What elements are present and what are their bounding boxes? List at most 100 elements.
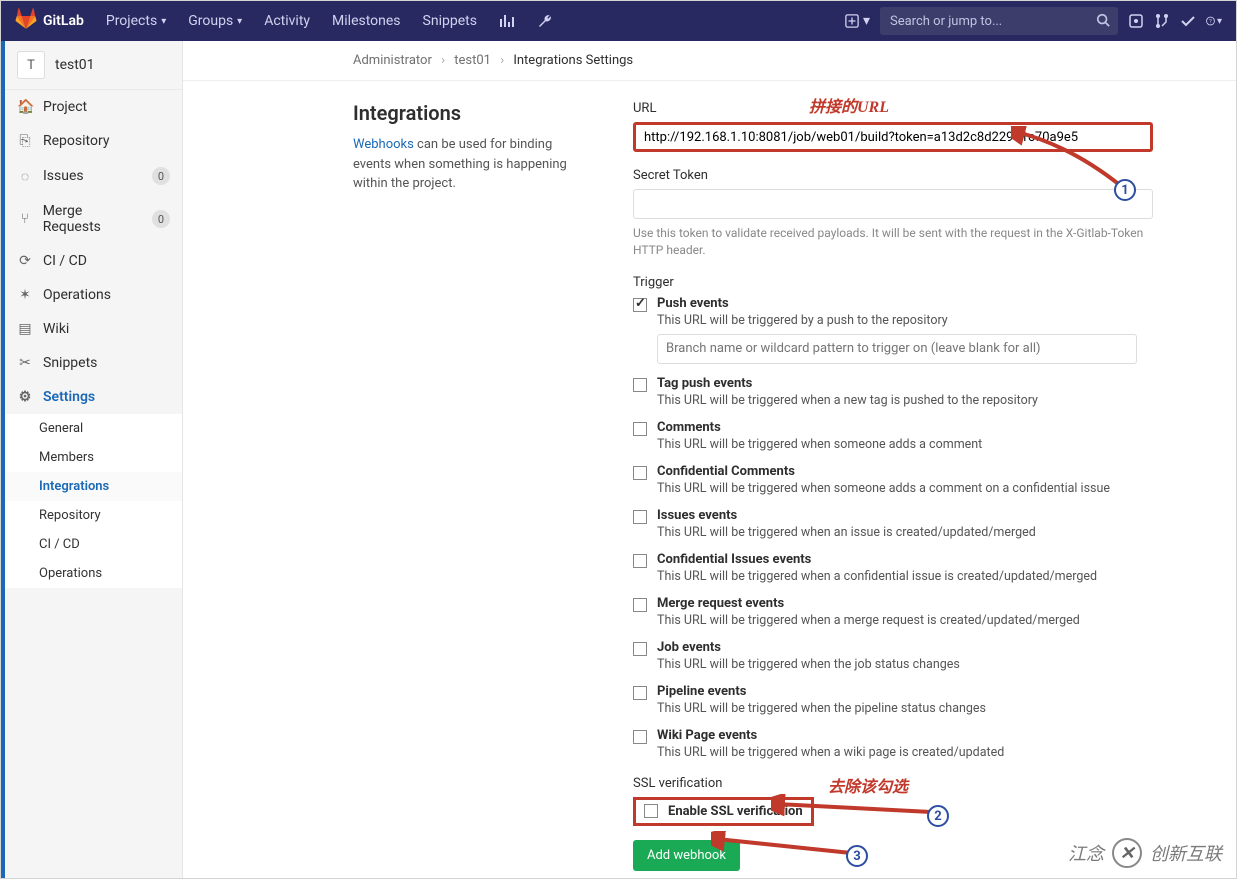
settings-sub-ci-cd[interactable]: CI / CD xyxy=(5,530,182,559)
trigger-push-events: Push events This URL will be triggered b… xyxy=(633,296,1153,364)
crumb-current: Integrations Settings xyxy=(513,53,633,68)
sidebar-item-ci-cd[interactable]: ⟳ CI / CD xyxy=(5,244,182,278)
topbar-nav: Projects▾ Groups▾ Activity Milestones Sn… xyxy=(106,13,553,29)
new-dropdown[interactable]: ▾ xyxy=(845,13,870,29)
trigger-wiki-page-events: Wiki Page events This URL will be trigge… xyxy=(633,728,1153,760)
trigger-title: Comments xyxy=(657,420,982,435)
sidebar-item-settings[interactable]: ⚙ Settings xyxy=(5,380,182,414)
settings-sub-general[interactable]: General xyxy=(5,414,182,443)
search-icon[interactable] xyxy=(1096,13,1110,31)
issues-shortcut-icon[interactable] xyxy=(1128,13,1144,29)
todos-icon[interactable] xyxy=(1180,13,1196,29)
annotation-circle-3: 3 xyxy=(846,845,868,867)
sidebar-item-issues[interactable]: ◌ Issues 0 xyxy=(5,158,182,194)
repo-icon: ⎘ xyxy=(17,133,33,149)
settings-sub-integrations[interactable]: Integrations xyxy=(5,472,182,501)
trigger-desc: This URL will be triggered when someone … xyxy=(657,481,1110,496)
trigger-merge-request-events: Merge request events This URL will be tr… xyxy=(633,596,1153,628)
trigger-desc: This URL will be triggered by a push to … xyxy=(657,313,1137,328)
sidebar-item-label: Wiki xyxy=(43,321,69,337)
analytics-icon[interactable] xyxy=(499,13,515,29)
annotation-circle-1: 1 xyxy=(1114,179,1136,201)
search-box xyxy=(880,7,1118,35)
mr-icon: ⑂ xyxy=(17,211,33,227)
nav-milestones[interactable]: Milestones xyxy=(332,13,401,29)
branch-filter-input[interactable] xyxy=(657,334,1137,364)
brand-text: GitLab xyxy=(43,13,84,29)
sidebar-item-badge: 0 xyxy=(152,210,170,228)
trigger-desc: This URL will be triggered when a wiki p… xyxy=(657,745,1004,760)
merge-requests-shortcut-icon[interactable] xyxy=(1154,13,1170,29)
trigger-checkbox[interactable] xyxy=(633,598,647,612)
brand-logo[interactable]: GitLab xyxy=(15,8,84,34)
section-description: Webhooks can be used for binding events … xyxy=(353,135,593,194)
sidebar-item-label: Project xyxy=(43,99,87,115)
section-intro: Integrations Webhooks can be used for bi… xyxy=(353,101,593,878)
url-input[interactable] xyxy=(633,122,1153,152)
settings-sub-repository[interactable]: Repository xyxy=(5,501,182,530)
trigger-checkbox[interactable] xyxy=(633,466,647,480)
watermark: 江念 ✕ 创新互联 xyxy=(1068,838,1222,868)
sidebar-project-header[interactable]: T test01 xyxy=(5,41,182,90)
secret-token-help: Use this token to validate received payl… xyxy=(633,225,1153,259)
ops-icon: ✶ xyxy=(17,287,33,303)
settings-submenu: GeneralMembersIntegrationsRepositoryCI /… xyxy=(5,414,182,588)
admin-wrench-icon[interactable] xyxy=(537,13,553,29)
nav-projects[interactable]: Projects▾ xyxy=(106,13,166,29)
trigger-desc: This URL will be triggered when someone … xyxy=(657,437,982,452)
annotation-ssl-note: 去除该勾选 xyxy=(828,773,908,797)
breadcrumbs: Administrator › test01 › Integrations Se… xyxy=(183,41,1236,81)
search-input[interactable] xyxy=(880,7,1118,35)
trigger-label: Trigger xyxy=(633,275,1153,290)
trigger-title: Issues events xyxy=(657,508,1036,523)
sidebar-item-project[interactable]: 🏠 Project xyxy=(5,90,182,124)
topbar: GitLab Projects▾ Groups▾ Activity Milest… xyxy=(1,1,1236,41)
sidebar-item-label: Operations xyxy=(43,287,111,303)
nav-activity[interactable]: Activity xyxy=(264,13,310,29)
sidebar-item-label: Snippets xyxy=(43,355,97,371)
add-webhook-button[interactable]: Add webhook xyxy=(633,840,740,871)
trigger-desc: This URL will be triggered when a merge … xyxy=(657,613,1080,628)
section-title: Integrations xyxy=(353,101,593,125)
help-dropdown[interactable]: ?▾ xyxy=(1206,13,1222,29)
trigger-checkbox[interactable] xyxy=(633,510,647,524)
trigger-title: Tag push events xyxy=(657,376,1038,391)
sidebar-item-snippets[interactable]: ✂ Snippets xyxy=(5,346,182,380)
trigger-checkbox[interactable] xyxy=(633,554,647,568)
settings-sub-members[interactable]: Members xyxy=(5,443,182,472)
sidebar-item-wiki[interactable]: ▤ Wiki xyxy=(5,312,182,346)
watermark-logo-icon: ✕ xyxy=(1112,838,1142,868)
crumb-project[interactable]: test01 xyxy=(454,53,491,68)
sidebar-item-label: Issues xyxy=(43,168,84,184)
ssl-checkbox[interactable] xyxy=(644,804,658,818)
crumb-administrator[interactable]: Administrator xyxy=(353,53,432,68)
webhooks-link[interactable]: Webhooks xyxy=(353,137,414,152)
sidebar-item-badge: 0 xyxy=(152,167,170,185)
sidebar-item-merge-requests[interactable]: ⑂ Merge Requests 0 xyxy=(5,194,182,244)
secret-token-input[interactable] xyxy=(633,189,1153,219)
trigger-title: Merge request events xyxy=(657,596,1080,611)
trigger-checkbox[interactable] xyxy=(633,378,647,392)
trigger-checkbox[interactable] xyxy=(633,730,647,744)
chevron-down-icon: ▾ xyxy=(161,16,166,27)
snip-icon: ✂ xyxy=(17,355,33,371)
home-icon: 🏠 xyxy=(17,99,33,115)
wiki-icon: ▤ xyxy=(17,321,33,337)
sidebar-item-operations[interactable]: ✶ Operations xyxy=(5,278,182,312)
trigger-desc: This URL will be triggered when the pipe… xyxy=(657,701,986,716)
sidebar-item-label: Merge Requests xyxy=(43,203,142,235)
gear-icon: ⚙ xyxy=(17,389,33,405)
nav-snippets[interactable]: Snippets xyxy=(423,13,477,29)
trigger-desc: This URL will be triggered when a confid… xyxy=(657,569,1097,584)
sidebar-item-repository[interactable]: ⎘ Repository xyxy=(5,124,182,158)
trigger-checkbox[interactable] xyxy=(633,686,647,700)
trigger-checkbox[interactable] xyxy=(633,642,647,656)
settings-sub-operations[interactable]: Operations xyxy=(5,559,182,588)
trigger-desc: This URL will be triggered when the job … xyxy=(657,657,960,672)
gitlab-icon xyxy=(15,8,37,34)
trigger-checkbox[interactable] xyxy=(633,298,647,312)
trigger-confidential-comments: Confidential Comments This URL will be t… xyxy=(633,464,1153,496)
trigger-issues-events: Issues events This URL will be triggered… xyxy=(633,508,1153,540)
nav-groups[interactable]: Groups▾ xyxy=(188,13,242,29)
trigger-checkbox[interactable] xyxy=(633,422,647,436)
